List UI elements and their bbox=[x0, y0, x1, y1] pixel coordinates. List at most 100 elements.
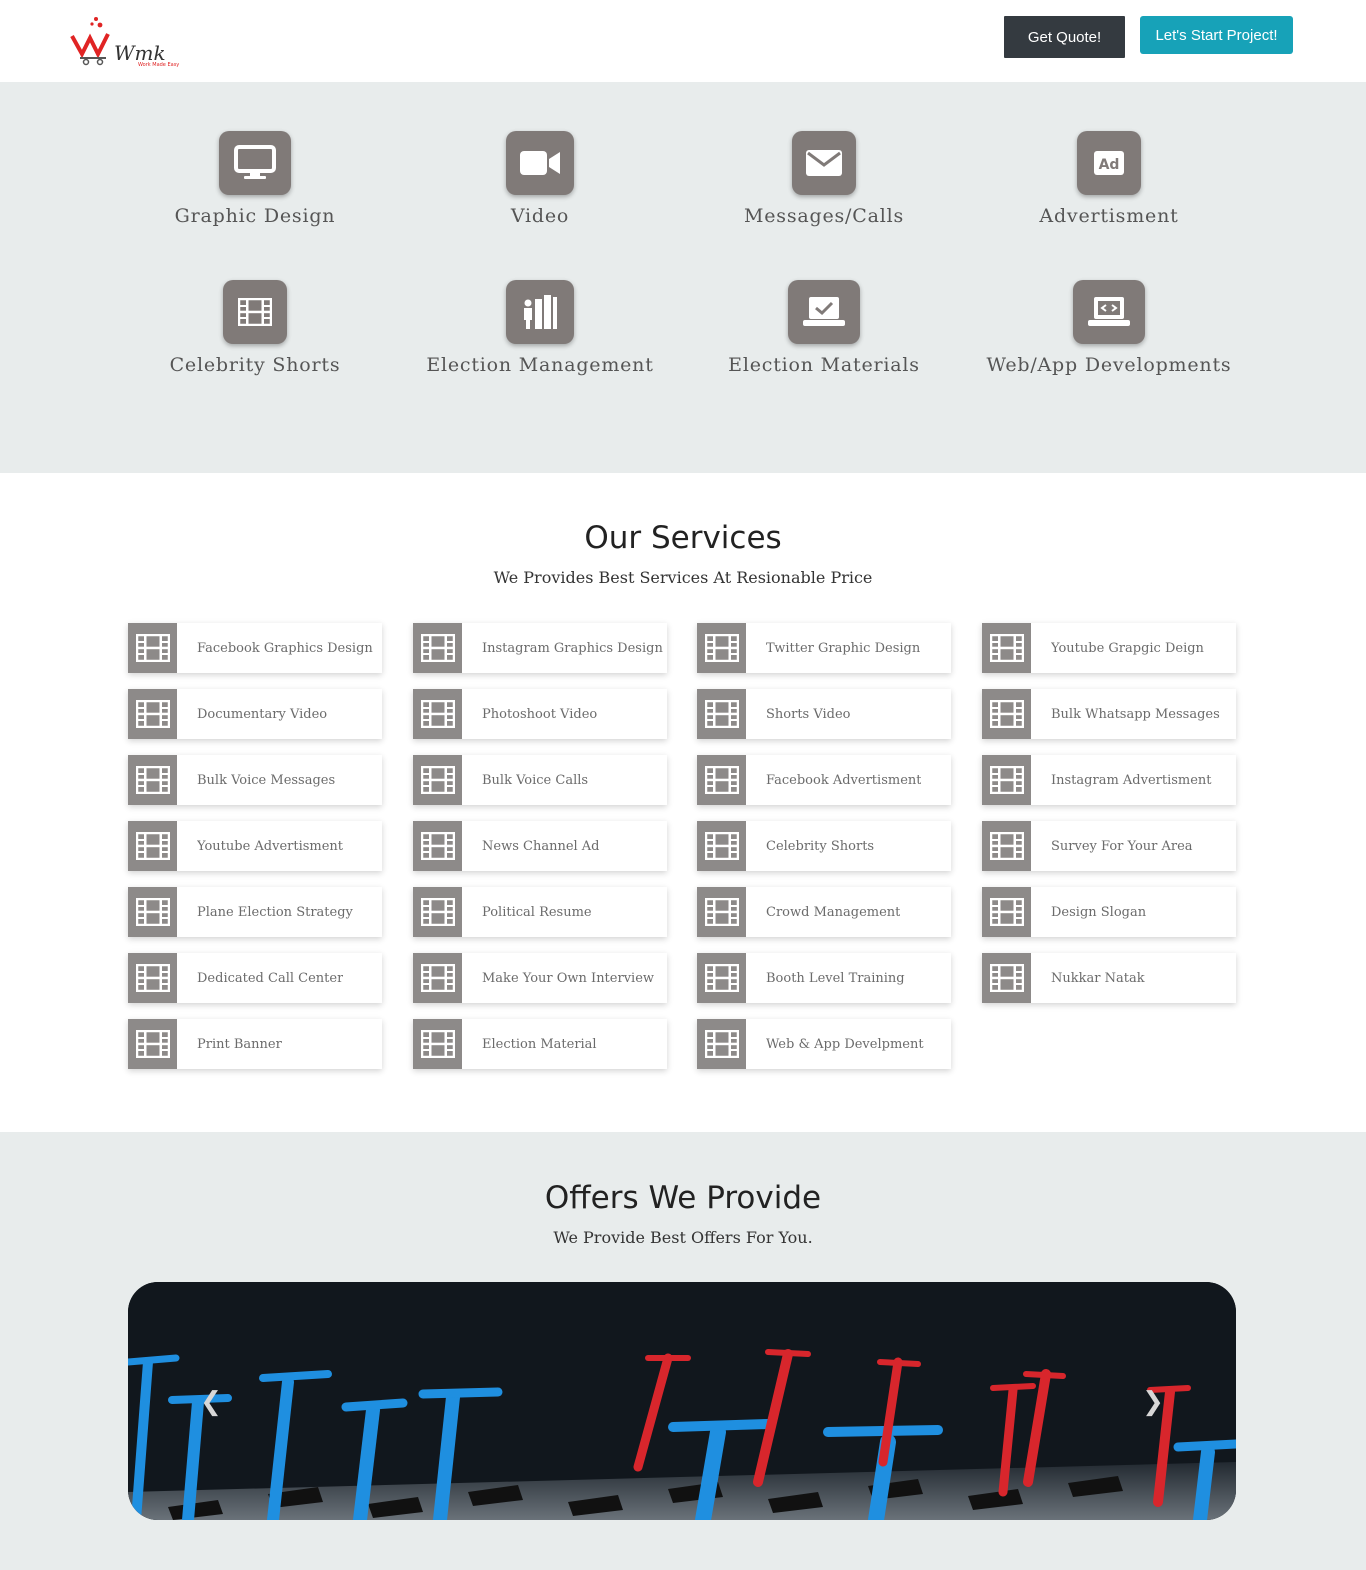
film-icon bbox=[413, 1019, 462, 1069]
film-icon bbox=[128, 623, 177, 673]
service-item[interactable]: Instagram Advertisment bbox=[982, 755, 1236, 805]
offers-section: Offers We Provide We Provide Best Offers… bbox=[0, 1132, 1366, 1570]
film-icon bbox=[128, 821, 177, 871]
service-item[interactable]: Print Banner bbox=[128, 1019, 382, 1069]
category-messages-calls[interactable]: Messages/Calls bbox=[682, 131, 966, 227]
monitor-icon bbox=[219, 131, 291, 195]
service-item[interactable]: Survey For Your Area bbox=[982, 821, 1236, 871]
service-item[interactable]: Dedicated Call Center bbox=[128, 953, 382, 1003]
offer-slide-image bbox=[128, 1282, 1236, 1520]
service-item[interactable]: Instagram Graphics Design bbox=[413, 623, 667, 673]
logo-tagline: Work Made Easy bbox=[138, 62, 179, 68]
service-item[interactable]: Bulk Voice Calls bbox=[413, 755, 667, 805]
service-item[interactable]: Celebrity Shorts bbox=[697, 821, 951, 871]
film-icon bbox=[128, 1019, 177, 1069]
service-label: Election Material bbox=[482, 1036, 597, 1052]
film-icon bbox=[413, 623, 462, 673]
category-label: Graphic Design bbox=[174, 205, 336, 227]
service-label: Survey For Your Area bbox=[1051, 838, 1193, 854]
category-label: Video bbox=[510, 205, 570, 227]
service-item[interactable]: Bulk Whatsapp Messages bbox=[982, 689, 1236, 739]
film-icon bbox=[413, 953, 462, 1003]
service-item[interactable]: Photoshoot Video bbox=[413, 689, 667, 739]
service-label: Photoshoot Video bbox=[482, 706, 598, 722]
offer-carousel[interactable]: ❮ ❯ bbox=[128, 1282, 1236, 1520]
service-item[interactable]: Twitter Graphic Design bbox=[697, 623, 951, 673]
category-label: Election Management bbox=[426, 354, 654, 376]
site-header: Wmk Work Made Easy Get Quote! Let's Star… bbox=[0, 0, 1366, 82]
service-label: Nukkar Natak bbox=[1051, 970, 1145, 986]
service-item[interactable]: Facebook Advertisment bbox=[697, 755, 951, 805]
category-label: Advertisment bbox=[1039, 205, 1179, 227]
film-icon bbox=[128, 689, 177, 739]
category-graphic-design[interactable]: Graphic Design bbox=[113, 131, 397, 227]
chevron-left-icon[interactable]: ❮ bbox=[196, 1382, 226, 1422]
category-video[interactable]: Video bbox=[398, 131, 682, 227]
service-item[interactable]: Bulk Voice Messages bbox=[128, 755, 382, 805]
service-label: Bulk Voice Calls bbox=[482, 772, 589, 788]
service-item[interactable]: Web & App Develpment bbox=[697, 1019, 951, 1069]
offers-title: Offers We Provide bbox=[544, 1180, 822, 1216]
category-band: Graphic Design Video Messages/Calls Ad A… bbox=[0, 82, 1366, 473]
service-item[interactable]: Plane Election Strategy bbox=[128, 887, 382, 937]
service-item[interactable]: Youtube Grapgic Deign bbox=[982, 623, 1236, 673]
film-icon bbox=[128, 887, 177, 937]
film-icon bbox=[982, 623, 1031, 673]
service-item[interactable]: Election Material bbox=[413, 1019, 667, 1069]
category-advertisment[interactable]: Ad Advertisment bbox=[967, 131, 1251, 227]
ad-icon: Ad bbox=[1077, 131, 1141, 195]
service-item[interactable]: Documentary Video bbox=[128, 689, 382, 739]
ballot-box-icon bbox=[506, 280, 574, 344]
service-item[interactable]: Booth Level Training bbox=[697, 953, 951, 1003]
category-label: Messages/Calls bbox=[743, 205, 905, 227]
film-icon bbox=[128, 755, 177, 805]
service-label: Print Banner bbox=[197, 1036, 282, 1052]
svg-text:Ad: Ad bbox=[1099, 157, 1120, 173]
site-logo[interactable]: Wmk Work Made Easy bbox=[68, 14, 184, 68]
category-label: Election Materials bbox=[728, 354, 920, 376]
start-project-button[interactable]: Let's Start Project! bbox=[1140, 16, 1293, 54]
service-label: Make Your Own Interview bbox=[482, 970, 655, 986]
film-icon bbox=[413, 755, 462, 805]
services-subtitle: We Provides Best Services At Resionable … bbox=[493, 568, 873, 587]
film-icon bbox=[697, 623, 746, 673]
category-election-management[interactable]: Election Management bbox=[398, 280, 682, 376]
service-item[interactable]: Political Resume bbox=[413, 887, 667, 937]
service-item[interactable]: Crowd Management bbox=[697, 887, 951, 937]
film-icon bbox=[982, 755, 1031, 805]
get-quote-button[interactable]: Get Quote! bbox=[1004, 16, 1125, 58]
service-label: Instagram Graphics Design bbox=[482, 640, 663, 656]
services-title: Our Services bbox=[584, 520, 782, 556]
service-label: News Channel Ad bbox=[482, 838, 600, 854]
service-item[interactable]: Design Slogan bbox=[982, 887, 1236, 937]
film-icon bbox=[982, 887, 1031, 937]
category-election-materials[interactable]: Election Materials bbox=[682, 280, 966, 376]
film-icon bbox=[697, 887, 746, 937]
envelope-icon bbox=[792, 131, 856, 195]
film-icon bbox=[413, 689, 462, 739]
film-icon bbox=[697, 1019, 746, 1069]
service-item[interactable]: Youtube Advertisment bbox=[128, 821, 382, 871]
service-item[interactable]: Shorts Video bbox=[697, 689, 951, 739]
category-celebrity-shorts[interactable]: Celebrity Shorts bbox=[113, 280, 397, 376]
film-icon bbox=[697, 821, 746, 871]
service-label: Documentary Video bbox=[197, 706, 328, 722]
service-label: Facebook Advertisment bbox=[766, 772, 922, 788]
service-label: Bulk Voice Messages bbox=[197, 772, 336, 788]
category-web-app-developments[interactable]: Web/App Developments bbox=[967, 280, 1251, 376]
service-label: Youtube Advertisment bbox=[197, 838, 344, 854]
service-label: Dedicated Call Center bbox=[197, 970, 344, 986]
chevron-right-icon[interactable]: ❯ bbox=[1138, 1382, 1168, 1422]
service-item[interactable]: Facebook Graphics Design bbox=[128, 623, 382, 673]
service-label: Celebrity Shorts bbox=[766, 838, 875, 854]
service-label: Youtube Grapgic Deign bbox=[1051, 640, 1204, 656]
service-label: Shorts Video bbox=[766, 706, 851, 722]
service-item[interactable]: Nukkar Natak bbox=[982, 953, 1236, 1003]
service-label: Design Slogan bbox=[1051, 904, 1147, 920]
service-item[interactable]: News Channel Ad bbox=[413, 821, 667, 871]
laptop-code-icon bbox=[1073, 280, 1145, 344]
service-item[interactable]: Make Your Own Interview bbox=[413, 953, 667, 1003]
film-icon bbox=[982, 821, 1031, 871]
film-icon bbox=[697, 755, 746, 805]
video-camera-icon bbox=[506, 131, 574, 195]
